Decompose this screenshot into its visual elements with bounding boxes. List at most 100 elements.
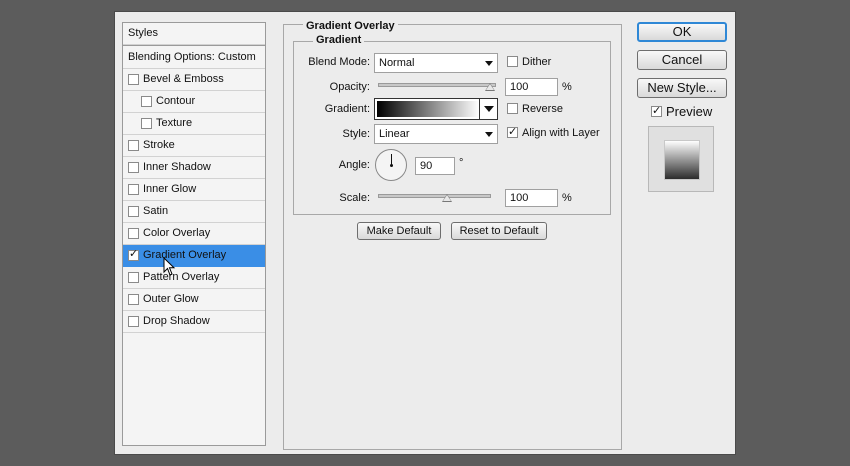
- style-item-drop-shadow[interactable]: Drop Shadow: [123, 311, 265, 333]
- blending-options-label: Blending Options: Custom: [128, 51, 256, 63]
- dither-checkbox[interactable]: [507, 56, 518, 67]
- style-item-inner-shadow[interactable]: Inner Shadow: [123, 157, 265, 179]
- style-item-inner-glow[interactable]: Inner Glow: [123, 179, 265, 201]
- style-item-label: Inner Glow: [143, 183, 197, 195]
- style-item-bevel-emboss[interactable]: Bevel & Emboss: [123, 69, 265, 91]
- style-item-label: Contour: [156, 95, 196, 107]
- styles-separator: [123, 45, 265, 46]
- make-default-label: Make Default: [366, 225, 432, 237]
- angle-input[interactable]: 90: [415, 157, 455, 175]
- opacity-slider-track[interactable]: [378, 83, 496, 87]
- style-item-stroke[interactable]: Stroke: [123, 135, 265, 157]
- chevron-down-icon: [484, 106, 494, 112]
- preview-label: Preview: [666, 104, 713, 119]
- cancel-button[interactable]: Cancel: [637, 50, 727, 70]
- cancel-label: Cancel: [661, 52, 703, 67]
- style-item-label: Pattern Overlay: [143, 271, 220, 283]
- style-item-label: Inner Shadow: [143, 161, 211, 173]
- angle-dial[interactable]: [375, 149, 407, 181]
- scale-input[interactable]: 100: [505, 189, 558, 207]
- preview-thumbnail: [648, 126, 714, 192]
- opacity-label: Opacity:: [329, 81, 370, 93]
- angle-unit: °: [459, 157, 464, 169]
- inner-shadow-checkbox[interactable]: [128, 162, 139, 173]
- opacity-slider-thumb[interactable]: [485, 83, 495, 91]
- pattern-overlay-checkbox[interactable]: [128, 272, 139, 283]
- style-item-label: Drop Shadow: [143, 315, 210, 327]
- align-with-layer-checkbox[interactable]: ✓: [507, 126, 518, 138]
- style-item-label: Satin: [143, 205, 169, 217]
- styles-header-label: Styles: [128, 27, 158, 39]
- scale-label: Scale:: [339, 192, 370, 204]
- style-item-gradient-overlay[interactable]: ✓ Gradient Overlay: [123, 245, 265, 267]
- align-with-layer-label: Align with Layer: [522, 127, 600, 139]
- opacity-input[interactable]: 100: [505, 78, 558, 96]
- gradient-dropdown-button[interactable]: [479, 99, 497, 119]
- gradient-overlay-checkbox[interactable]: ✓: [128, 248, 139, 261]
- chevron-down-icon: [485, 132, 493, 137]
- style-value: Linear: [379, 128, 410, 140]
- satin-checkbox[interactable]: [128, 206, 139, 217]
- mouse-cursor-icon: [163, 257, 176, 276]
- check-icon: ✓: [652, 105, 662, 117]
- make-default-button[interactable]: Make Default: [357, 222, 441, 240]
- color-overlay-checkbox[interactable]: [128, 228, 139, 239]
- reset-to-default-label: Reset to Default: [459, 225, 539, 237]
- style-item-label: Gradient Overlay: [143, 249, 227, 261]
- scale-unit: %: [562, 192, 572, 204]
- inner-glow-checkbox[interactable]: [128, 184, 139, 195]
- ok-label: OK: [672, 24, 692, 39]
- style-item-satin[interactable]: Satin: [123, 201, 265, 223]
- scale-slider-thumb[interactable]: [442, 194, 452, 202]
- style-label: Style:: [342, 128, 370, 140]
- opacity-unit: %: [562, 81, 572, 93]
- styles-header[interactable]: Styles: [123, 23, 265, 45]
- gradient-picker[interactable]: [374, 98, 498, 120]
- style-item-pattern-overlay[interactable]: Pattern Overlay: [123, 267, 265, 289]
- blend-mode-label: Blend Mode:: [308, 56, 370, 68]
- style-item-outer-glow[interactable]: Outer Glow: [123, 289, 265, 311]
- bevel-emboss-checkbox[interactable]: [128, 74, 139, 85]
- style-item-contour[interactable]: Contour: [123, 91, 265, 113]
- ok-button[interactable]: OK: [637, 22, 727, 42]
- style-item-label: Color Overlay: [143, 227, 211, 239]
- blend-mode-select[interactable]: Normal: [374, 53, 498, 73]
- angle-dial-center: [390, 164, 393, 167]
- style-item-texture[interactable]: Texture: [123, 113, 265, 135]
- check-icon: ✓: [508, 126, 518, 138]
- drop-shadow-checkbox[interactable]: [128, 316, 139, 327]
- gradient-subgroup-title: Gradient: [313, 34, 365, 46]
- scale-slider-track[interactable]: [378, 194, 491, 198]
- new-style-label: New Style...: [647, 80, 717, 95]
- style-item-label: Texture: [156, 117, 193, 129]
- contour-checkbox[interactable]: [141, 96, 152, 107]
- style-item-label: Stroke: [143, 139, 175, 151]
- angle-label: Angle:: [338, 159, 370, 171]
- dither-label: Dither: [522, 56, 552, 68]
- style-item-color-overlay[interactable]: Color Overlay: [123, 223, 265, 245]
- scale-value: 100: [510, 192, 529, 204]
- gradient-swatch[interactable]: [377, 101, 479, 117]
- gradient-label: Gradient:: [324, 103, 370, 115]
- reverse-label: Reverse: [522, 103, 563, 115]
- style-item-label: Bevel & Emboss: [143, 73, 224, 85]
- texture-checkbox[interactable]: [141, 118, 152, 129]
- preview-swatch: [664, 140, 700, 180]
- angle-value: 90: [420, 160, 433, 172]
- preview-checkbox[interactable]: ✓: [651, 105, 662, 117]
- outer-glow-checkbox[interactable]: [128, 294, 139, 305]
- reverse-checkbox[interactable]: [507, 103, 518, 114]
- reset-to-default-button[interactable]: Reset to Default: [451, 222, 547, 240]
- check-icon: ✓: [129, 248, 139, 260]
- styles-list-panel: Styles Blending Options: Custom Bevel & …: [122, 22, 266, 446]
- gradient-overlay-title: Gradient Overlay: [303, 20, 398, 32]
- style-select[interactable]: Linear: [374, 124, 498, 144]
- blend-mode-value: Normal: [379, 57, 415, 69]
- stroke-checkbox[interactable]: [128, 140, 139, 151]
- layer-style-dialog: Styles Blending Options: Custom Bevel & …: [114, 11, 736, 455]
- style-item-label: Outer Glow: [143, 293, 199, 305]
- blending-options-item[interactable]: Blending Options: Custom: [123, 47, 265, 69]
- opacity-value: 100: [510, 81, 529, 93]
- chevron-down-icon: [485, 61, 493, 66]
- new-style-button[interactable]: New Style...: [637, 78, 727, 98]
